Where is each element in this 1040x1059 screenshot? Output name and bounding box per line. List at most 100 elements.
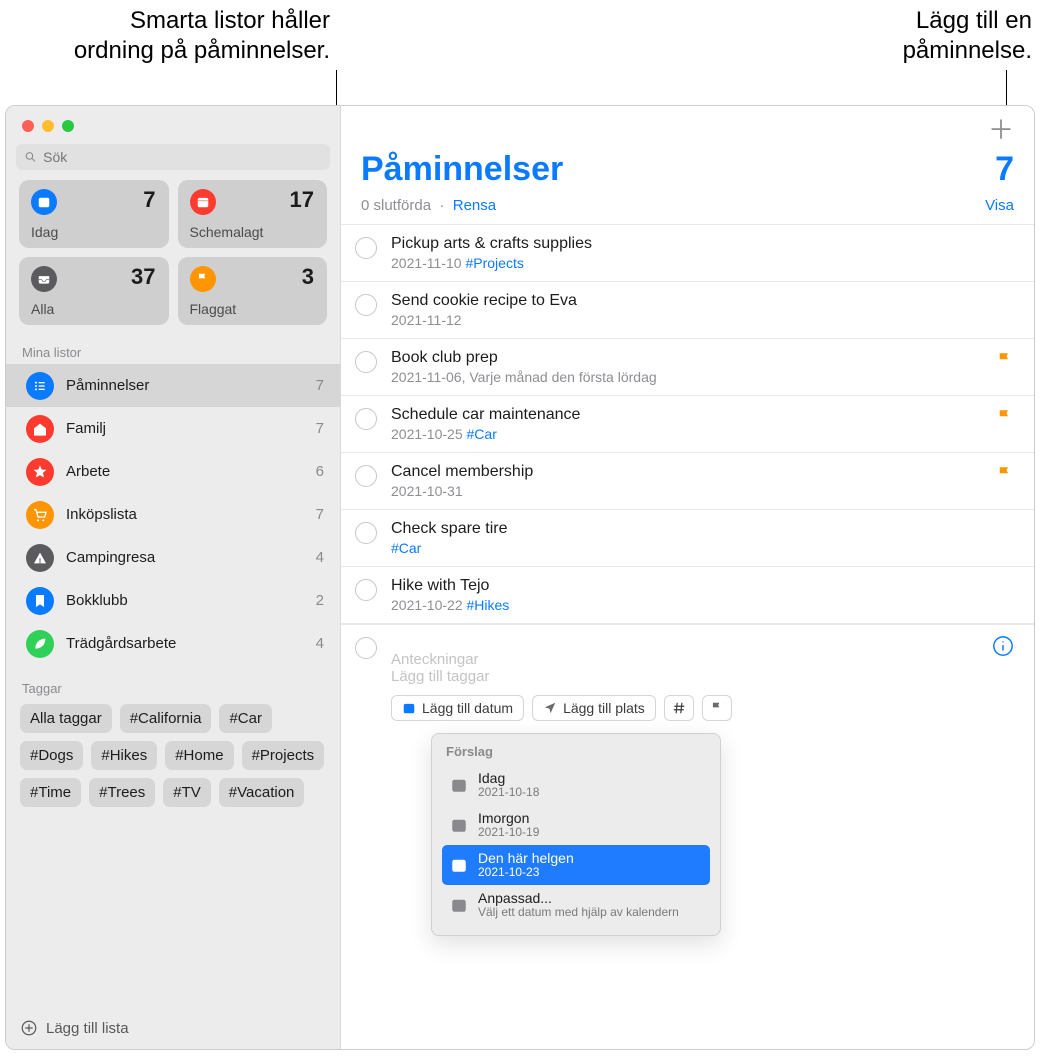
tag-chip[interactable]: #TV <box>163 778 211 807</box>
plus-circle-icon <box>20 1019 38 1037</box>
add-list-label: Lägg till lista <box>46 1020 129 1037</box>
tags-placeholder[interactable]: Lägg till taggar <box>391 668 1014 685</box>
reminder-title: Hike with Tejo <box>391 577 1014 595</box>
date-suggestions-popover: Förslag Idag 2021-10-18 Imorgon 2021-10-… <box>431 733 721 936</box>
smart-count: 7 <box>143 187 155 213</box>
list-count: 7 <box>316 420 324 437</box>
main-panel: ＋ Påminnelser 7 0 slutförda · Rensa Visa… <box>341 106 1034 1049</box>
reminder-tag[interactable]: #Hikes <box>467 597 510 613</box>
smart-lists-grid: 7 Idag 17 Schemalagt 37 Alla 3 Flaggat <box>6 180 340 335</box>
list-name: Påminnelser <box>66 377 304 394</box>
suggestion-sub: 2021-10-19 <box>478 826 539 840</box>
reminder-title: Book club prep <box>391 349 1014 367</box>
complete-toggle[interactable] <box>355 579 377 601</box>
tag-chip[interactable]: #Time <box>20 778 81 807</box>
section-my-lists: Mina listor <box>6 335 340 364</box>
reminder-title: Pickup arts & crafts supplies <box>391 235 1014 253</box>
add-list-button[interactable]: Lägg till lista <box>6 1006 340 1049</box>
calendar-icon <box>402 701 416 715</box>
app-window: 7 Idag 17 Schemalagt 37 Alla 3 Flaggat M… <box>5 105 1035 1050</box>
complete-toggle[interactable] <box>355 237 377 259</box>
annotation-add: Lägg till en påminnelse. <box>832 6 1032 66</box>
complete-toggle[interactable] <box>355 465 377 487</box>
tag-chip[interactable]: #Dogs <box>20 741 83 770</box>
calendar-icon <box>450 856 468 874</box>
new-reminder-row[interactable]: Anteckningar Lägg till taggar Lägg till … <box>341 624 1034 936</box>
hash-icon <box>672 701 686 715</box>
annotation-smartlists: Smarta listor håller ordning på påminnel… <box>20 6 330 66</box>
list-count: 7 <box>316 377 324 394</box>
sidebar-list-familj[interactable]: Familj 7 <box>6 407 340 450</box>
suggestion-label: Idag <box>478 770 539 786</box>
flag-icon <box>710 701 724 715</box>
complete-toggle[interactable] <box>355 408 377 430</box>
reminder-tag[interactable]: #Car <box>391 540 421 556</box>
smart-card-alla[interactable]: 37 Alla <box>19 257 169 325</box>
add-location-button[interactable]: Lägg till plats <box>532 695 656 721</box>
smart-label: Schemalagt <box>190 224 264 240</box>
add-tag-button[interactable] <box>664 695 694 721</box>
reminder-title: Send cookie recipe to Eva <box>391 292 1014 310</box>
info-button[interactable] <box>992 635 1014 657</box>
reminder-row[interactable]: Send cookie recipe to Eva 2021-11-12 <box>341 282 1034 339</box>
sidebar-list-trädgårdsarbete[interactable]: Trädgårdsarbete 4 <box>6 622 340 665</box>
tag-chip[interactable]: #Car <box>219 704 272 733</box>
suggestion-item[interactable]: Idag 2021-10-18 <box>442 765 710 805</box>
add-flag-button[interactable] <box>702 695 732 721</box>
search-input[interactable] <box>43 149 322 165</box>
tag-chip[interactable]: #Home <box>165 741 233 770</box>
show-completed-link[interactable]: Visa <box>985 197 1014 214</box>
smart-card-schemalagt[interactable]: 17 Schemalagt <box>178 180 328 248</box>
tag-chip[interactable]: #California <box>120 704 212 733</box>
flag-icon <box>190 266 216 292</box>
suggestion-label: Imorgon <box>478 810 539 826</box>
tag-chip[interactable]: Alla taggar <box>20 704 112 733</box>
minimize-window-button[interactable] <box>42 120 54 132</box>
close-window-button[interactable] <box>22 120 34 132</box>
complete-toggle[interactable] <box>355 351 377 373</box>
sidebar-list-inköpslista[interactable]: Inköpslista 7 <box>6 493 340 536</box>
suggestion-item[interactable]: Imorgon 2021-10-19 <box>442 805 710 845</box>
tag-chip[interactable]: #Trees <box>89 778 155 807</box>
tag-chip[interactable]: #Projects <box>242 741 325 770</box>
tags-list: Alla taggar #California#Car #Dogs #Hikes #Ho… <box>6 700 340 817</box>
toolbar: ＋ <box>341 106 1034 150</box>
reminder-title: Cancel membership <box>391 463 1014 481</box>
sidebar-list-påminnelser[interactable]: Påminnelser 7 <box>6 364 340 407</box>
fullscreen-window-button[interactable] <box>62 120 74 132</box>
flag-icon <box>996 351 1014 369</box>
search-field[interactable] <box>16 144 330 170</box>
calendar-today-icon <box>31 189 57 215</box>
list-name: Bokklubb <box>66 592 304 609</box>
complete-toggle[interactable] <box>355 522 377 544</box>
suggestion-item[interactable]: Anpassad... Välj ett datum med hjälp av … <box>442 885 710 925</box>
list-name: Inköpslista <box>66 506 304 523</box>
add-date-button[interactable]: Lägg till datum <box>391 695 524 721</box>
list-title: Påminnelser <box>361 150 563 189</box>
list-count: 4 <box>316 635 324 652</box>
sidebar-list-arbete[interactable]: Arbete 6 <box>6 450 340 493</box>
clear-completed-link[interactable]: Rensa <box>453 197 496 214</box>
smart-card-flaggat[interactable]: 3 Flaggat <box>178 257 328 325</box>
reminder-row[interactable]: Hike with Tejo 2021-10-22 #Hikes <box>341 567 1034 624</box>
sidebar-list-bokklubb[interactable]: Bokklubb 2 <box>6 579 340 622</box>
sidebar-list-campingresa[interactable]: Campingresa 4 <box>6 536 340 579</box>
complete-toggle[interactable] <box>355 294 377 316</box>
reminder-row[interactable]: Pickup arts & crafts supplies 2021-11-10… <box>341 224 1034 282</box>
add-reminder-button[interactable]: ＋ <box>988 110 1014 147</box>
reminder-tag[interactable]: #Projects <box>465 255 523 271</box>
complete-toggle[interactable] <box>355 637 377 659</box>
search-icon <box>24 150 37 164</box>
notes-placeholder[interactable]: Anteckningar <box>391 651 1014 668</box>
smart-card-idag[interactable]: 7 Idag <box>19 180 169 248</box>
reminder-row[interactable]: Check spare tire #Car <box>341 510 1034 567</box>
reminder-row[interactable]: Cancel membership 2021-10-31 <box>341 453 1034 510</box>
suggestion-item[interactable]: Den här helgen 2021-10-23 <box>442 845 710 885</box>
list-name: Arbete <box>66 463 304 480</box>
reminder-row[interactable]: Book club prep 2021-11-06, Varje månad d… <box>341 339 1034 396</box>
tag-chip[interactable]: #Vacation <box>219 778 305 807</box>
reminder-row[interactable]: Schedule car maintenance 2021-10-25 #Car <box>341 396 1034 453</box>
reminder-meta: 2021-11-10 #Projects <box>391 255 1014 271</box>
reminder-tag[interactable]: #Car <box>467 426 497 442</box>
tag-chip[interactable]: #Hikes <box>91 741 157 770</box>
